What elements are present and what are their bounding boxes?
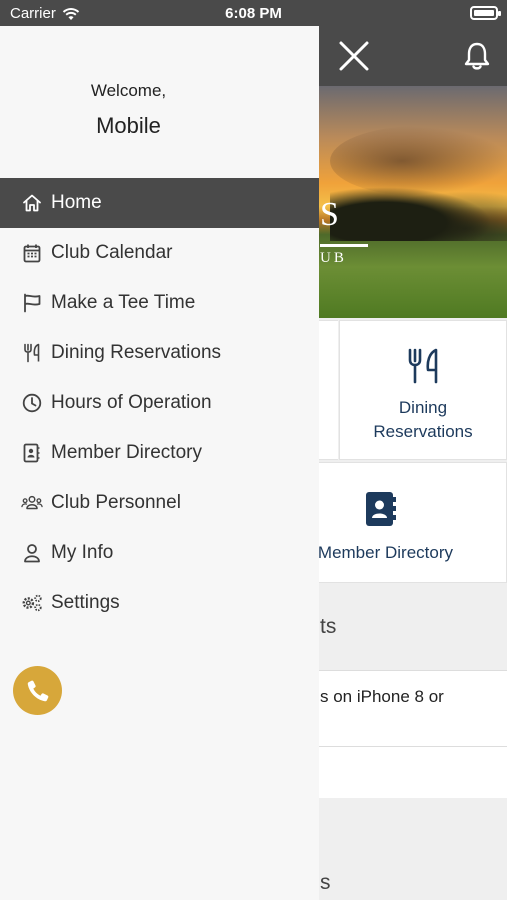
menu-item-my-info[interactable]: My Info	[0, 528, 319, 578]
close-icon	[339, 41, 369, 71]
menu-item-home[interactable]: Home	[0, 178, 319, 228]
calendar-icon	[21, 242, 43, 264]
side-drawer: Welcome, Mobile Home Club Calendar Make …	[0, 26, 319, 900]
menu-item-label: Settings	[51, 592, 120, 613]
news-item[interactable]	[300, 746, 507, 798]
tile-dining-label-line2: Reservations	[373, 422, 473, 441]
utensils-icon	[21, 342, 43, 364]
menu-item-label: Club Calendar	[51, 242, 173, 263]
menu-item-label: Make a Tee Time	[51, 292, 196, 313]
news-item[interactable]: s on iPhone 8 or	[300, 670, 507, 746]
menu-item-member-directory[interactable]: Member Directory	[0, 428, 319, 478]
menu-item-hours[interactable]: Hours of Operation	[0, 378, 319, 428]
menu-item-club-calendar[interactable]: Club Calendar	[0, 228, 319, 278]
tile-dining-reservations[interactable]: Dining Reservations	[339, 320, 507, 460]
menu-item-label: Home	[51, 192, 102, 213]
menu-item-settings[interactable]: Settings	[0, 578, 319, 628]
notifications-button[interactable]	[461, 40, 493, 72]
menu-item-label: Member Directory	[51, 442, 202, 463]
club-logo-subtitle-fragment: UB	[320, 250, 347, 266]
home-icon	[21, 192, 43, 214]
bell-icon	[464, 42, 490, 70]
section-title-partial: ts	[320, 615, 337, 638]
gears-icon	[21, 592, 43, 614]
user-name: Mobile	[96, 113, 161, 138]
menu-item-tee-time[interactable]: Make a Tee Time	[0, 278, 319, 328]
drawer-menu: Home Club Calendar Make a Tee Time Dinin…	[0, 178, 319, 628]
tile-member-directory-label: Member Directory	[317, 543, 453, 562]
battery-icon	[470, 6, 501, 20]
phone-icon	[27, 680, 48, 701]
section-title-partial-2: s	[320, 871, 331, 894]
menu-item-club-personnel[interactable]: Club Personnel	[0, 478, 319, 528]
utensils-icon	[407, 348, 441, 389]
address-book-icon	[21, 442, 43, 464]
user-icon	[21, 542, 43, 564]
address-book-icon	[365, 491, 397, 532]
clock-icon	[21, 392, 43, 414]
menu-item-label: Dining Reservations	[51, 342, 222, 363]
flag-icon	[21, 292, 43, 314]
menu-item-label: My Info	[51, 542, 114, 563]
status-time: 6:08 PM	[225, 5, 282, 22]
menu-item-dining-reservations[interactable]: Dining Reservations	[0, 328, 319, 378]
tile-member-directory[interactable]: Member Directory	[300, 462, 507, 583]
tile-partial[interactable]	[318, 320, 338, 460]
call-club-button[interactable]	[13, 666, 62, 715]
welcome-label: Welcome,	[90, 81, 167, 100]
club-logo-fragment: S	[320, 196, 339, 233]
menu-item-label: Hours of Operation	[51, 392, 212, 413]
status-bar: Carrier 6:08 PM	[0, 0, 507, 26]
users-icon	[21, 492, 43, 514]
close-menu-button[interactable]	[336, 38, 372, 74]
tile-dining-label-line1: Dining	[398, 398, 448, 417]
news-item-title: s on iPhone 8 or	[320, 687, 444, 706]
menu-item-label: Club Personnel	[51, 492, 181, 513]
